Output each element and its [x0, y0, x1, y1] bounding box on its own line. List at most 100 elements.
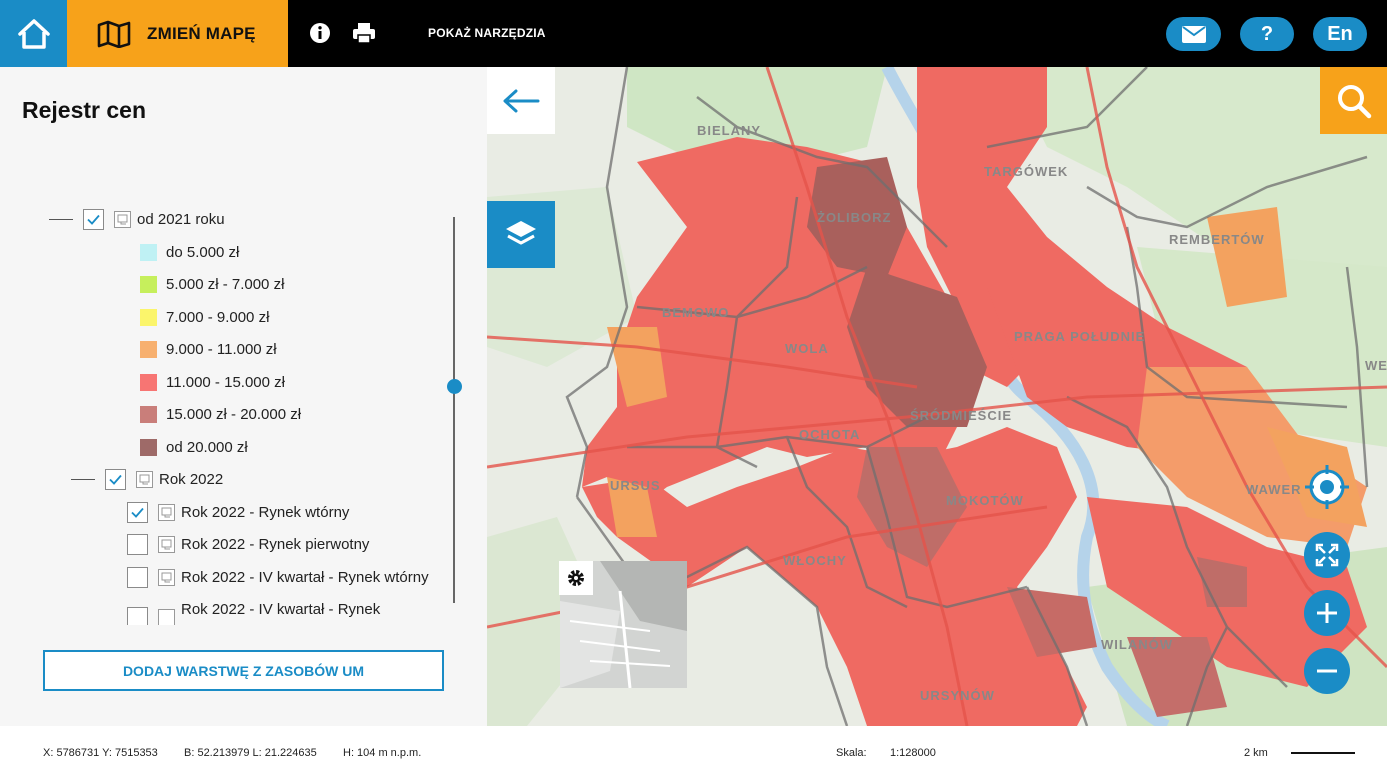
checkbox[interactable] — [127, 606, 148, 625]
plus-icon — [1317, 603, 1337, 623]
locate-button[interactable] — [1304, 464, 1350, 510]
help-button[interactable]: ? — [1240, 17, 1294, 51]
layers-button[interactable] — [487, 201, 555, 268]
checkbox[interactable] — [127, 533, 148, 555]
search-button[interactable] — [1320, 67, 1387, 134]
print-icon — [353, 23, 375, 44]
show-tools-button[interactable]: POKAŻ NARZĘDZIA — [428, 26, 546, 40]
layer-item[interactable]: Rok 2022 - Rynek wtórny — [127, 499, 349, 525]
legend-swatch — [140, 373, 157, 391]
back-button[interactable] — [487, 67, 555, 134]
collapse-icon[interactable] — [49, 218, 73, 220]
legend-label: 15.000 zł - 20.000 zł — [166, 405, 302, 423]
contact-button[interactable] — [1166, 17, 1221, 51]
layers-panel: Rejestr cen od 2021 roku do 5.000 zł 5.0… — [0, 67, 487, 726]
layers-icon — [506, 220, 536, 244]
checkbox-checked[interactable] — [105, 468, 126, 490]
overview-settings-button[interactable] — [559, 561, 593, 595]
district-label: REMBERTÓW — [1169, 232, 1265, 247]
change-map-label: ZMIEŃ MAPĘ — [147, 23, 256, 43]
print-button[interactable] — [352, 21, 376, 45]
district-label: BEMOWO — [662, 305, 730, 320]
layer-icon — [136, 470, 153, 488]
district-label: URSYNÓW — [920, 688, 995, 703]
change-map-button[interactable]: ZMIEŃ MAPĘ — [67, 0, 288, 67]
layer-group-2022[interactable]: Rok 2022 — [71, 466, 223, 492]
district-label: WOLA — [785, 341, 829, 356]
district-label: ŚRÓDMIEŚCIE — [910, 408, 1013, 423]
legend-item: 15.000 zł - 20.000 zł — [140, 401, 301, 427]
opacity-slider-handle[interactable] — [447, 379, 462, 394]
layer-item[interactable]: Rok 2022 - IV kwartał - Rynek — [127, 596, 381, 625]
opacity-slider-track[interactable] — [453, 217, 455, 603]
legend-label: 5.000 zł - 7.000 zł — [166, 275, 285, 293]
status-bar: X: 5786731 Y: 7515353 B: 52.213979 L: 21… — [0, 726, 1387, 780]
legend-label: 7.000 - 9.000 zł — [166, 308, 270, 326]
district-label: TARGÓWEK — [984, 164, 1069, 179]
layer-item[interactable]: Rok 2022 - Rynek pierwotny — [127, 531, 369, 557]
legend-label: do 5.000 zł — [166, 243, 240, 261]
district-label: WŁOCHY — [783, 553, 847, 568]
legend-item: 7.000 - 9.000 zł — [140, 304, 269, 330]
crosshair-icon — [1305, 465, 1349, 509]
layer-item[interactable]: Rok 2022 - IV kwartał - Rynek wtórny — [127, 564, 429, 590]
legend-swatch — [140, 275, 157, 293]
legend-item: 5.000 zł - 7.000 zł — [140, 271, 284, 297]
legend-swatch — [140, 243, 157, 261]
top-bar: ZMIEŃ MAPĘ POKAŻ NARZĘDZIA ? En — [0, 0, 1387, 67]
checkbox[interactable] — [127, 566, 148, 588]
layer-tree: od 2021 roku do 5.000 zł 5.000 zł - 7.00… — [0, 207, 460, 625]
gear-icon — [568, 570, 584, 586]
coordinates-bl: B: 52.213979 L: 21.224635 — [184, 747, 317, 759]
check-icon — [131, 507, 144, 518]
home-icon — [17, 18, 50, 49]
district-label: WE — [1365, 358, 1387, 373]
minus-icon — [1317, 669, 1337, 673]
home-button[interactable] — [0, 0, 67, 67]
district-label: OCHOTA — [799, 427, 861, 442]
legend-label: od 20.000 zł — [166, 438, 248, 456]
legend-item: od 20.000 zł — [140, 434, 248, 460]
zoom-in-button[interactable] — [1304, 590, 1350, 636]
fullscreen-button[interactable] — [1304, 532, 1350, 578]
legend-swatch — [140, 438, 157, 456]
map-view[interactable]: BIELANY TARGÓWEK ŻOLIBORZ REMBERTÓW BEMO… — [487, 67, 1387, 726]
language-button[interactable]: En — [1313, 17, 1367, 51]
district-label: ŻOLIBORZ — [817, 210, 892, 225]
legend-item: 11.000 - 15.000 zł — [140, 369, 285, 395]
add-layer-button[interactable]: DODAJ WARSTWĘ Z ZASOBÓW UM — [43, 650, 444, 691]
district-label: BIELANY — [697, 123, 762, 138]
layer-label: Rok 2022 - Rynek pierwotny — [181, 535, 370, 553]
legend-swatch — [140, 340, 157, 358]
checkbox-checked[interactable] — [127, 501, 148, 523]
layer-group-2021[interactable]: od 2021 roku — [49, 207, 225, 232]
layer-icon — [114, 210, 131, 228]
district-label: WAWER — [1246, 482, 1302, 497]
layer-icon — [158, 503, 175, 521]
district-label: WILANÓW — [1101, 637, 1173, 652]
elevation: H: 104 m n.p.m. — [343, 747, 422, 759]
collapse-icon[interactable] — [71, 478, 95, 480]
info-button[interactable] — [308, 21, 332, 45]
layer-icon — [158, 568, 175, 586]
layer-group-label: Rok 2022 — [159, 470, 224, 488]
legend-item: do 5.000 zł — [140, 239, 239, 265]
district-label: PRAGA POŁUDNIE — [1014, 329, 1146, 344]
arrow-left-icon — [503, 89, 540, 112]
district-label: URSUS — [610, 478, 661, 493]
coordinates-xy: X: 5786731 Y: 7515353 — [43, 747, 158, 759]
checkbox-checked[interactable] — [83, 208, 104, 230]
legend-label: 11.000 - 15.000 zł — [166, 373, 285, 391]
check-icon — [87, 214, 100, 225]
scalebar-label: 2 km — [1244, 747, 1268, 759]
legend-label: 9.000 - 11.000 zł — [166, 340, 277, 358]
panel-title: Rejestr cen — [22, 97, 147, 123]
check-icon — [109, 474, 122, 485]
zoom-out-button[interactable] — [1304, 648, 1350, 694]
layer-label: Rok 2022 - Rynek wtórny — [181, 503, 350, 521]
legend-swatch — [140, 308, 157, 326]
envelope-icon — [1181, 25, 1206, 43]
scalebar — [1291, 752, 1355, 754]
layer-label: Rok 2022 - IV kwartał - Rynek — [181, 600, 381, 618]
layer-icon — [158, 608, 175, 625]
